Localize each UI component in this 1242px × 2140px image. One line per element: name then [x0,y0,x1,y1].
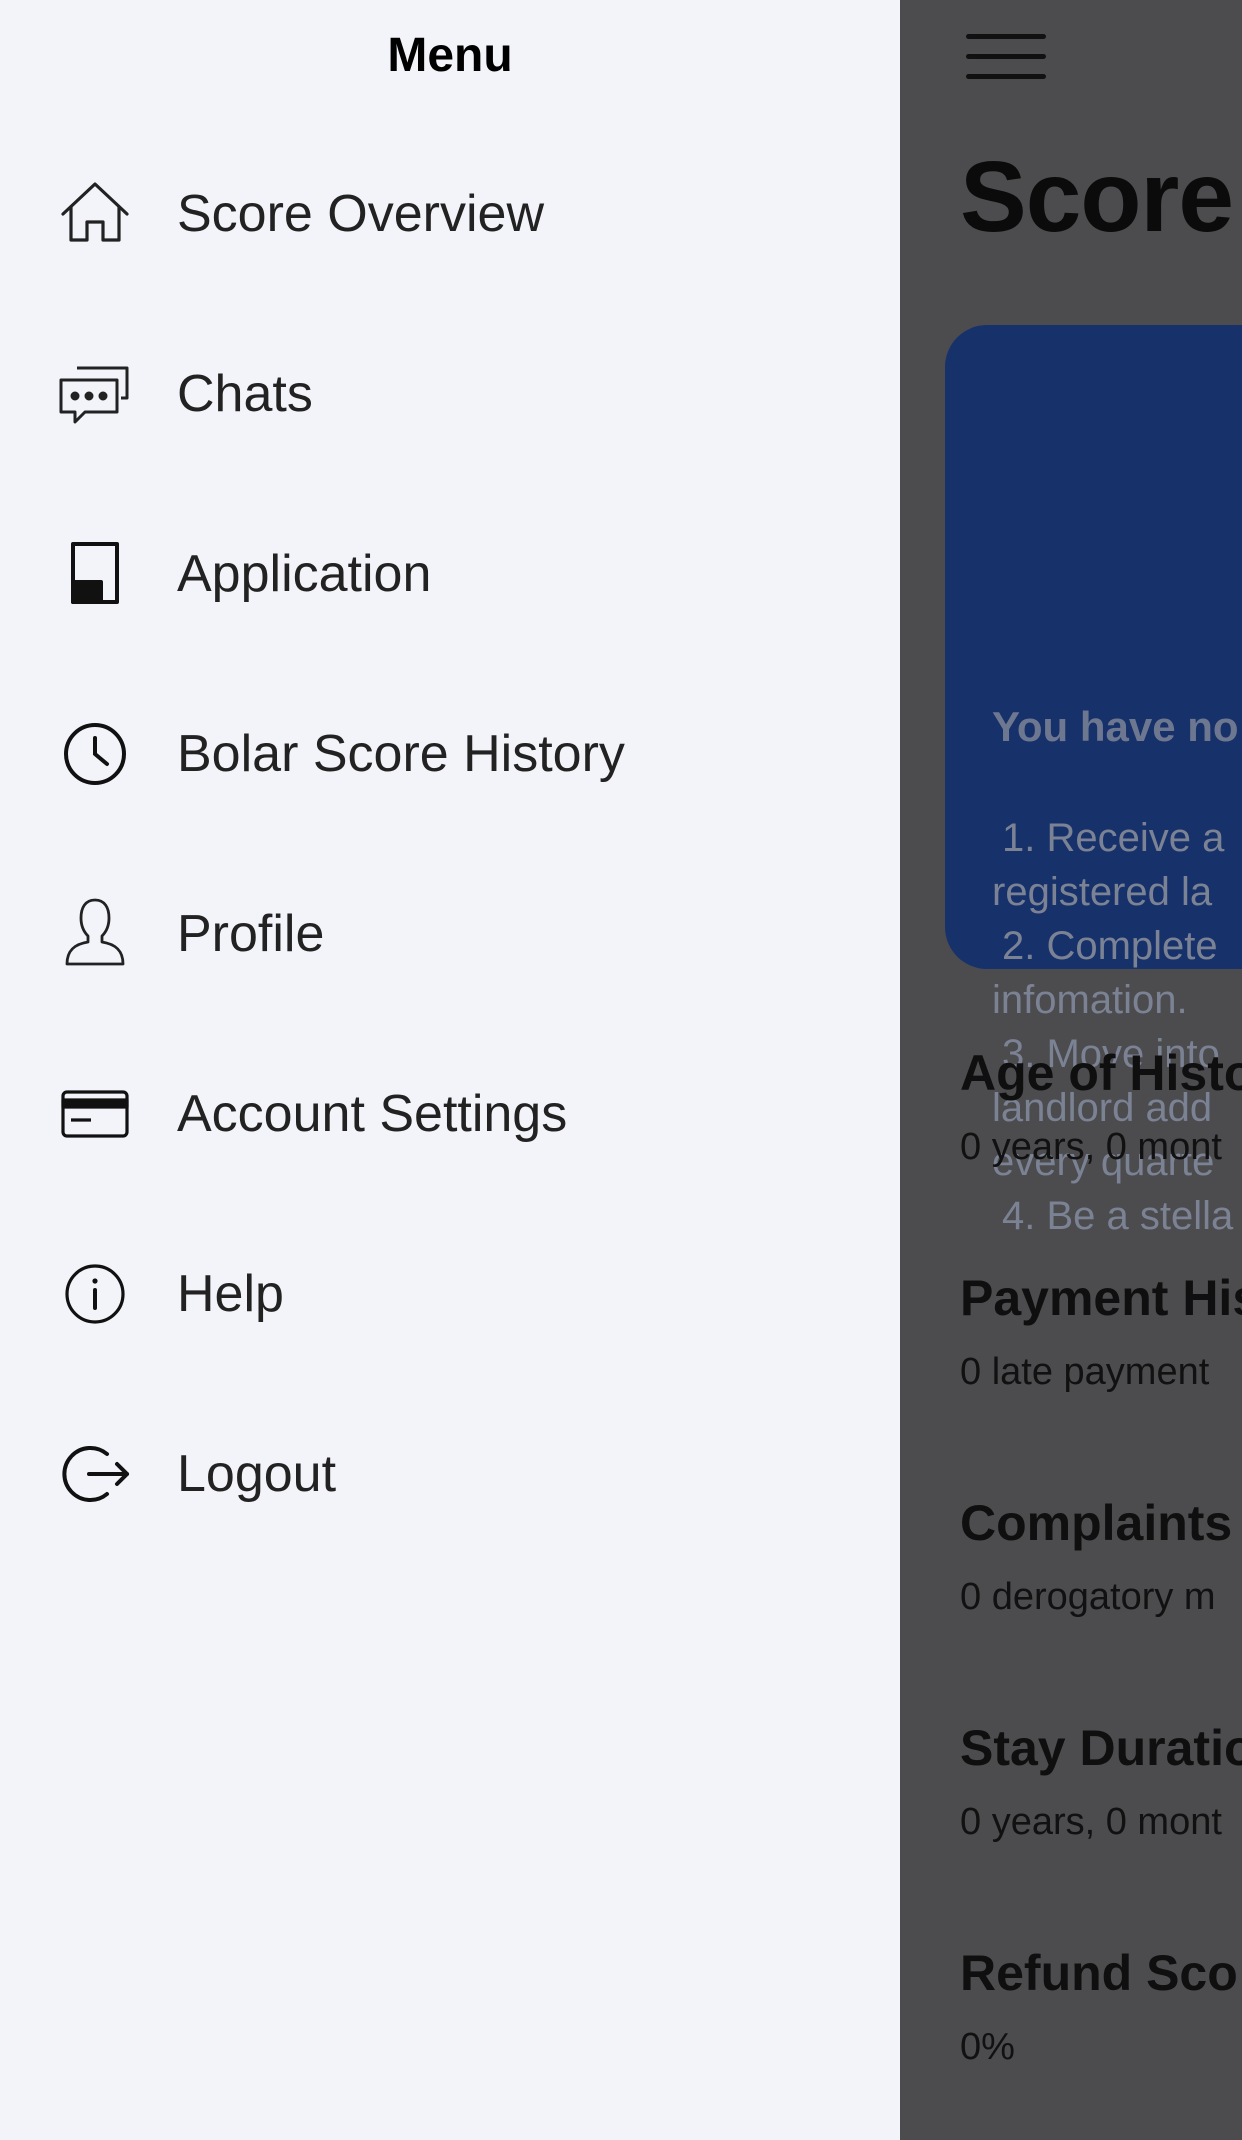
menu-item-score-overview[interactable]: Score Overview [0,154,900,274]
stat-value: 0 years, 0 mont [960,1126,1222,1168]
menu-item-label: Bolar Score History [177,725,625,783]
stat-title: Refund Sco [960,1945,1238,2001]
stat-age-of-history: Age of Histo 0 years, 0 mont [960,1044,1242,1169]
score-overview-page: Score You have no 1. Receive a registere… [900,0,1242,2140]
notice-heading: You have no [992,703,1239,750]
notice-step-line: registered la [992,870,1213,914]
notice-card: You have no 1. Receive a registered la 2… [945,325,1242,1238]
stat-payment-history: Payment His 0 late payment [960,1269,1242,1394]
drawer-title: Menu [387,29,513,82]
stat-value: 0 late payment [960,1351,1210,1393]
menu-item-logout[interactable]: Logout [0,1414,900,1534]
home-icon [55,174,135,254]
notice-step-line: infomation. [992,978,1188,1022]
credit-card-icon [55,1074,135,1154]
chat-bubbles-icon [55,354,135,434]
notice-step-line: 4. Be a stella [1002,1194,1234,1238]
stat-value: 0 years, 0 mont [960,1801,1222,1843]
menu-item-help[interactable]: Help [0,1234,900,1354]
stat-value: 0 derogatory m [960,1576,1216,1618]
menu-item-label: Chats [177,365,313,423]
document-icon [55,534,135,614]
menu-item-chats[interactable]: Chats [0,334,900,454]
info-icon [55,1254,135,1334]
hamburger-menu-icon[interactable] [966,34,1046,84]
notice-step-line: 1. Receive a [1002,816,1225,860]
menu-item-account-settings[interactable]: Account Settings [0,1054,900,1174]
menu-item-label: Account Settings [177,1085,568,1143]
menu-item-label: Logout [177,1445,337,1503]
stat-title: Payment His [960,1270,1242,1326]
menu-item-bolar-score-history[interactable]: Bolar Score History [0,694,900,814]
stat-title: Complaints [960,1495,1233,1551]
clock-icon [55,714,135,794]
stat-value: 0% [960,2026,1015,2068]
side-drawer: Menu Score Overview Chats Application Bo… [0,0,900,2140]
page-title: Score [960,141,1234,253]
notice-step-line: 2. Complete [1002,924,1218,968]
menu-item-label: Application [177,545,432,603]
stat-complaints: Complaints 0 derogatory m [960,1494,1232,1619]
stat-stay-duration: Stay Duratio 0 years, 0 mont [960,1719,1242,1844]
menu-item-label: Score Overview [177,185,544,243]
menu-item-label: Help [177,1265,284,1323]
logout-icon [55,1434,135,1514]
person-icon [55,894,135,974]
stat-title: Age of Histo [960,1045,1242,1101]
notice-steps: 1. Receive a registered la 2. Complete i… [992,811,1242,1243]
stat-refund-score: Refund Sco 0% [960,1944,1238,2069]
stat-title: Stay Duratio [960,1720,1242,1776]
menu-item-label: Profile [177,905,325,963]
menu-item-application[interactable]: Application [0,514,900,634]
menu-item-profile[interactable]: Profile [0,874,900,994]
